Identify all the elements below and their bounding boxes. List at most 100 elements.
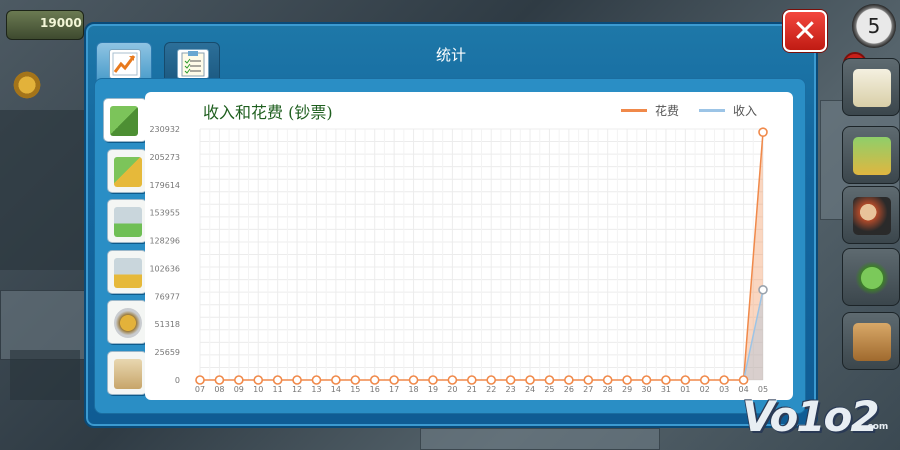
y-tick-label: 128296 (149, 237, 180, 246)
building (0, 110, 90, 270)
point-expense (350, 375, 361, 385)
point-expense (680, 375, 691, 385)
x-tick-label: 28 (603, 385, 613, 394)
point-expense (758, 127, 768, 137)
cash-coins-icon (853, 137, 891, 175)
watermark-sub: .com (864, 422, 889, 432)
category-calculator-coins[interactable] (107, 250, 147, 294)
point-expense (331, 375, 341, 385)
point-expense (389, 375, 399, 385)
point-expense (564, 375, 574, 385)
point-expense (369, 375, 380, 385)
line-chart: 230932 205273 179614 153955 128296 102636 7697… (149, 125, 768, 394)
x-tick-label: 20 (447, 385, 457, 394)
parked-car (10, 350, 80, 400)
x-tick-label: 11 (273, 385, 283, 394)
street-tile (420, 428, 660, 450)
level-counter[interactable]: 5 (852, 4, 896, 48)
point-expense (602, 375, 613, 385)
x-tick-label: 09 (234, 385, 244, 394)
x-tick-label: 16 (370, 385, 380, 394)
point-expense (641, 375, 652, 385)
x-tick-label: 12 (292, 385, 302, 394)
point-expense (544, 375, 555, 385)
category-income-expense[interactable] (103, 98, 147, 142)
side-button-staff[interactable] (842, 186, 900, 244)
point-expense (583, 375, 594, 385)
point-expense (311, 375, 322, 385)
money-up-down-icon (110, 106, 138, 136)
point-expense (195, 375, 205, 385)
x-tick-label: 03 (719, 385, 729, 394)
point-expense (486, 375, 497, 385)
point-income (758, 284, 768, 295)
category-coins[interactable] (107, 149, 147, 193)
x-tick-label: 01 (680, 385, 690, 394)
x-tick-label: 27 (583, 385, 593, 394)
point-expense (447, 375, 458, 385)
chart-panel: 收入和花费 (钞票) 花费 收入 230932 205273 179614 15395… (145, 92, 793, 400)
point-expense (292, 375, 302, 385)
x-tick-label: 10 (253, 385, 263, 394)
x-tick-label: 22 (486, 385, 496, 394)
y-tick-label: 179614 (149, 181, 180, 190)
point-expense (428, 375, 438, 385)
point-expense (466, 375, 477, 385)
category-reports[interactable] (107, 351, 147, 395)
side-button-finance[interactable] (842, 126, 900, 184)
side-button-tasks[interactable] (842, 58, 900, 116)
close-button[interactable]: ✕ (783, 10, 827, 52)
x-tick-label: 21 (467, 385, 477, 394)
y-tick-label: 153955 (149, 209, 180, 218)
x-tick-label: 17 (389, 385, 399, 394)
x-tick-label: 31 (661, 385, 671, 394)
category-calculator-money[interactable] (107, 199, 147, 243)
y-tick-label: 205273 (149, 153, 180, 162)
clipboard-checklist-icon (177, 49, 209, 79)
settings-gear-icon[interactable] (10, 68, 44, 102)
x-tick-label: 08 (214, 385, 224, 394)
y-tick-label: 0 (175, 376, 180, 385)
refresh-arrow-icon (853, 259, 891, 297)
category-maintenance[interactable] (107, 300, 147, 344)
point-expense (234, 375, 244, 385)
watermark-text: Vo1o2 (742, 392, 880, 441)
tab-checklist[interactable] (164, 42, 220, 82)
x-tick-label: 14 (331, 385, 341, 394)
x-tick-label: 18 (408, 385, 418, 394)
x-tick-label: 26 (564, 385, 574, 394)
x-tick-label: 24 (525, 385, 535, 394)
calculator-money-icon (114, 207, 142, 237)
point-expense (408, 375, 419, 385)
side-button-storage[interactable] (842, 312, 900, 370)
y-tick-label: 51318 (155, 320, 180, 329)
tab-statistics-chart[interactable] (96, 42, 152, 82)
point-expense (253, 375, 264, 385)
point-expense (525, 375, 535, 385)
y-tick-label: 102636 (149, 264, 180, 273)
line-chart-icon (109, 49, 141, 79)
x-tick-label: 13 (311, 385, 321, 394)
boxes-icon (853, 323, 891, 361)
point-expense (699, 375, 710, 385)
y-tick-label: 25659 (155, 348, 180, 357)
money-value: 19000 (40, 16, 82, 30)
x-tick-label: 23 (506, 385, 516, 394)
point-expense (272, 375, 283, 385)
tools-shield-icon (114, 308, 142, 338)
people-icon (853, 197, 891, 235)
coins-up-down-icon (114, 157, 142, 187)
x-tick-label: 25 (544, 385, 554, 394)
x-tick-label: 19 (428, 385, 438, 394)
x-tick-label: 30 (641, 385, 651, 394)
point-expense (719, 375, 729, 385)
y-tick-label: 76977 (155, 292, 180, 301)
point-expense (661, 375, 671, 385)
y-tick-label: 230932 (149, 125, 180, 134)
x-tick-label: 07 (195, 385, 205, 394)
point-expense (622, 375, 632, 385)
notepad-pencil-icon (853, 69, 891, 107)
x-tick-label: 02 (700, 385, 710, 394)
side-button-refresh[interactable] (842, 248, 900, 306)
watermark-logo: Vo1o2 .com (742, 392, 898, 442)
